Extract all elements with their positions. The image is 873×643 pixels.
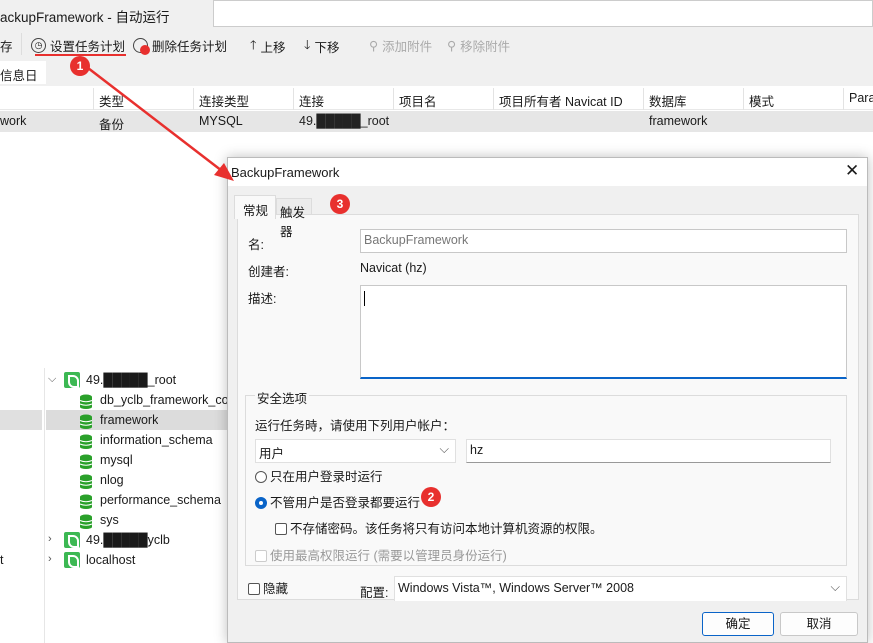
- annotation-badge-2: 2: [421, 487, 441, 507]
- annotation-badge-3: 3: [330, 194, 350, 214]
- annotation-arrow: [87, 67, 234, 181]
- annotation-badge-1: 1: [70, 56, 90, 76]
